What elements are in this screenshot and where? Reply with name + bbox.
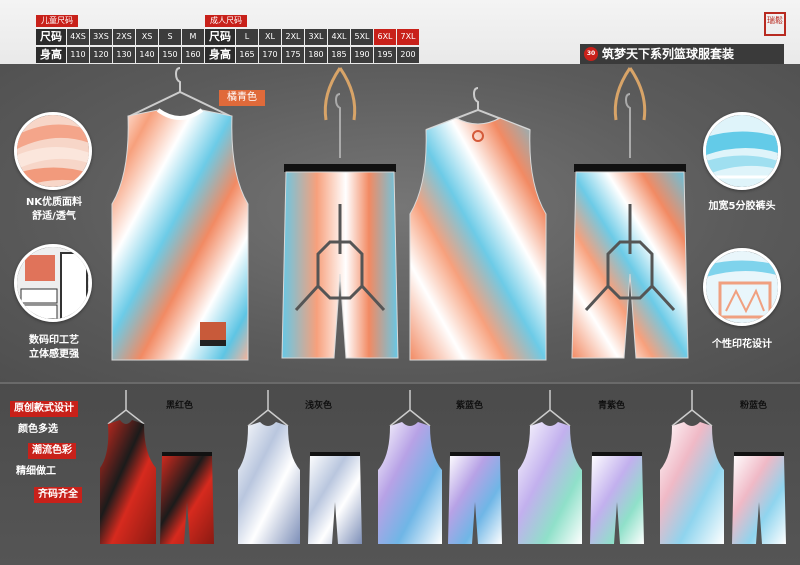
series-title-banner: 30 筑梦天下系列篮球服套装: [580, 44, 784, 64]
variant-shorts: [732, 456, 786, 544]
size-cell: 2XS: [113, 29, 135, 45]
variant-set-cyan-purple: [518, 390, 644, 544]
height-cell: 195: [374, 47, 396, 63]
waistband-feature-text: 加宽5分胶裤头: [708, 201, 776, 212]
pattern-detail-image: [703, 248, 781, 326]
hanger-icon: [107, 390, 145, 425]
hanger-icon: [389, 390, 431, 427]
brand-seal: 瑞鬆: [764, 12, 786, 36]
variant-products: [100, 390, 786, 544]
print-detail-image: [14, 244, 92, 322]
series-title: 筑梦天下系列篮球服套装: [602, 47, 735, 61]
series-badge-icon: 30: [584, 47, 598, 61]
size-cell-highlight: 7XL: [397, 29, 419, 45]
hanger-icon: [129, 67, 231, 117]
fabric-feature-text: NK优质面料 舒适/透气: [6, 196, 102, 224]
size-cell: S: [159, 29, 181, 45]
shorts-back: [571, 171, 689, 359]
variant-set-black-red: [100, 390, 214, 544]
height-cell: 140: [136, 47, 158, 63]
height-cell: 180: [305, 47, 327, 63]
full-size-tag: 齐码齐全: [34, 487, 82, 503]
adult-size-row: 尺码 L XL 2XL 3XL 4XL 5XL 6XL 7XL: [205, 29, 419, 45]
size-cell: 2XL: [282, 29, 304, 45]
jersey-tag-patch: [200, 322, 226, 340]
trend-color-tag: 潮流色彩: [28, 443, 76, 459]
adult-height-row: 身高 165 170 175 180 185 190 195 200: [205, 47, 419, 63]
jersey-back: [409, 117, 547, 361]
original-design-tag: 原创款式设计: [10, 401, 78, 417]
hanger-icon: [671, 390, 713, 427]
print-feature-line: 数码印工艺 立体感更强: [29, 335, 79, 360]
height-cell: 190: [351, 47, 373, 63]
shorts-front: [281, 171, 399, 359]
hanger-icon: [574, 67, 686, 172]
height-cell: 185: [328, 47, 350, 63]
multi-color-tag: 颜色多选: [18, 424, 58, 435]
adult-size-chart: 成人尺码 尺码 L XL 2XL 3XL 4XL 5XL 6XL 7XL 身高 …: [205, 8, 419, 63]
height-cell: 120: [90, 47, 112, 63]
size-cell: 4XS: [67, 29, 89, 45]
height-row-label: 身高: [36, 47, 66, 63]
variant-shorts: [308, 456, 362, 544]
size-cell-highlight: 6XL: [374, 29, 396, 45]
height-cell: 110: [67, 47, 89, 63]
height-cell: 200: [397, 47, 419, 63]
variant-set-pink-blue: [660, 390, 786, 544]
kids-height-row: 身高 110 120 130 140 150 160: [36, 47, 204, 63]
jersey-front: [111, 108, 249, 361]
fabric-detail-image: [14, 112, 92, 190]
size-cell: XS: [136, 29, 158, 45]
kids-size-chart: 儿童尺码 尺码 4XS 3XS 2XS XS S M 身高 110 120 13…: [36, 8, 204, 63]
variant-set-light-gray: [238, 390, 362, 544]
hanger-icon: [529, 390, 571, 427]
variant-shorts: [448, 456, 502, 544]
main-product-illustration: [111, 67, 689, 361]
size-cell: 3XL: [305, 29, 327, 45]
variant-shorts: [160, 456, 214, 544]
size-cell: M: [182, 29, 204, 45]
height-row-label: 身高: [205, 47, 235, 63]
size-cell: L: [236, 29, 258, 45]
print-feature-text: 数码印工艺 立体感更强: [6, 334, 102, 362]
size-row-label: 尺码: [205, 29, 235, 45]
height-cell: 170: [259, 47, 281, 63]
size-cell: 3XS: [90, 29, 112, 45]
fine-craft-tag: 精细做工: [16, 466, 56, 477]
kids-size-row: 尺码 4XS 3XS 2XS XS S M: [36, 29, 204, 45]
variant-shorts: [590, 456, 644, 544]
size-cell: 5XL: [351, 29, 373, 45]
adult-size-tag: 成人尺码: [205, 15, 247, 27]
hanger-icon: [247, 390, 289, 427]
fabric-feature-line: NK优质面料 舒适/透气: [25, 197, 83, 222]
size-cell: 4XL: [328, 29, 350, 45]
height-cell: 150: [159, 47, 181, 63]
size-row-label: 尺码: [36, 29, 66, 45]
pattern-feature-text: 个性印花设计: [712, 339, 772, 350]
size-cell: XL: [259, 29, 281, 45]
kids-size-tag: 儿童尺码: [36, 15, 78, 27]
hanger-icon: [284, 67, 396, 172]
height-cell: 175: [282, 47, 304, 63]
variant-set-purple-blue: [378, 390, 502, 544]
waistband-detail-image: [703, 112, 781, 190]
height-cell: 130: [113, 47, 135, 63]
height-cell: 160: [182, 47, 204, 63]
height-cell: 165: [236, 47, 258, 63]
